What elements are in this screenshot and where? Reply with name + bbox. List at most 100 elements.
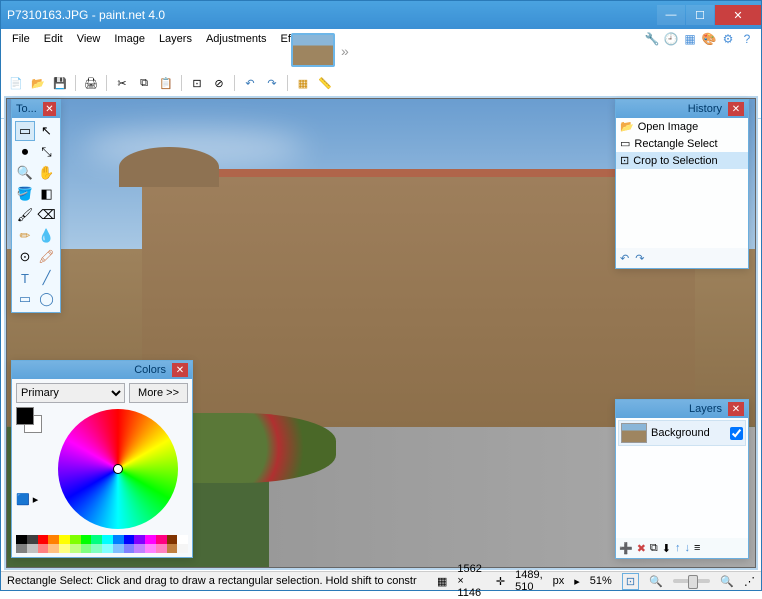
more-button[interactable]: More >> (129, 383, 188, 403)
palette-swatch[interactable] (48, 544, 59, 553)
cut-button[interactable]: ✂ (113, 74, 131, 92)
brush-tool[interactable]: 🖌 (15, 205, 35, 225)
deselect-button[interactable]: ⊘ (210, 74, 228, 92)
palette-swatch[interactable] (38, 544, 49, 553)
colors-close-button[interactable]: ✕ (172, 363, 188, 377)
palette-swatch[interactable] (70, 535, 81, 544)
redo-button[interactable]: ↷ (263, 74, 281, 92)
lasso-tool[interactable]: ⏺ (15, 142, 35, 162)
status-unit[interactable]: px (553, 575, 565, 587)
layer-visible-checkbox[interactable] (730, 427, 743, 440)
palette-swatch[interactable] (16, 535, 27, 544)
palette-swatch[interactable] (124, 535, 135, 544)
gradient-tool[interactable]: ◧ (37, 184, 57, 204)
eraser-tool[interactable]: ⌫ (37, 205, 57, 225)
layer-item[interactable]: Background (618, 420, 746, 446)
palette-swatch[interactable] (59, 535, 70, 544)
zoom-fit-icon[interactable]: ⊡ (622, 573, 639, 590)
palette-menu-icon[interactable]: ▸ (33, 493, 39, 506)
merge-layer-icon[interactable]: ⬇ (662, 542, 671, 555)
add-layer-icon[interactable]: ➕ (619, 542, 633, 555)
history-item[interactable]: ▭Rectangle Select (616, 135, 748, 152)
palette-swatch[interactable] (27, 544, 38, 553)
close-button[interactable]: ✕ (715, 5, 761, 25)
palette-swatch[interactable] (156, 544, 167, 553)
palette-swatch[interactable] (27, 535, 38, 544)
layers-panel-title[interactable]: Layers ✕ (616, 400, 748, 418)
tools-panel-title[interactable]: To... ✕ (12, 100, 60, 118)
palette-swatch[interactable] (177, 544, 188, 553)
colors-panel-title[interactable]: Colors ✕ (12, 361, 192, 379)
palette-swatch[interactable] (38, 535, 49, 544)
history-panel-title[interactable]: History ✕ (616, 100, 748, 118)
menu-image[interactable]: Image (107, 31, 152, 47)
zoom-in-icon[interactable]: 🔍 (720, 575, 734, 588)
palette-swatch[interactable] (113, 535, 124, 544)
zoom-tool[interactable]: 🔍 (15, 163, 35, 183)
open-button[interactable]: 📂 (29, 74, 47, 92)
color-palette[interactable] (16, 535, 188, 553)
move-tool[interactable]: ↖ (37, 121, 57, 141)
menu-layers[interactable]: Layers (152, 31, 199, 47)
palette-swatch[interactable] (70, 544, 81, 553)
pencil-tool[interactable]: ✏ (15, 226, 35, 246)
undo-icon[interactable]: ↶ (620, 252, 629, 265)
palette-swatch[interactable] (145, 544, 156, 553)
add-color-icon[interactable]: 🟦 (16, 493, 30, 506)
move-up-icon[interactable]: ↑ (675, 542, 681, 554)
palette-swatch[interactable] (16, 544, 27, 553)
palette-swatch[interactable] (156, 535, 167, 544)
palette-swatch[interactable] (81, 535, 92, 544)
colors-panel-icon[interactable]: 🎨 (701, 31, 717, 47)
resize-grip-icon[interactable]: ⋰ (744, 575, 755, 588)
palette-swatch[interactable] (177, 535, 188, 544)
settings-icon[interactable]: ⚙ (720, 31, 736, 47)
rect-tool[interactable]: ▭ (15, 289, 35, 309)
help-icon[interactable]: ? (739, 31, 755, 47)
thumb-overflow-icon[interactable]: » (341, 43, 355, 57)
history-panel-icon[interactable]: 🕘 (663, 31, 679, 47)
layer-properties-icon[interactable]: ≡ (694, 542, 700, 554)
primary-color[interactable] (16, 407, 34, 425)
tools-panel-icon[interactable]: 🔧 (644, 31, 660, 47)
palette-swatch[interactable] (48, 535, 59, 544)
clone-tool[interactable]: ⊙ (15, 247, 35, 267)
primary-secondary-swatch[interactable] (16, 407, 42, 433)
duplicate-layer-icon[interactable]: ⧉ (650, 542, 658, 555)
crop-button[interactable]: ⊡ (188, 74, 206, 92)
palette-swatch[interactable] (91, 535, 102, 544)
print-button[interactable]: 🖨 (82, 74, 100, 92)
palette-swatch[interactable] (102, 544, 113, 553)
copy-button[interactable]: ⧉ (135, 74, 153, 92)
palette-swatch[interactable] (81, 544, 92, 553)
paste-button[interactable]: 📋 (157, 74, 175, 92)
history-close-button[interactable]: ✕ (728, 102, 744, 116)
zoom-out-icon[interactable]: 🔍 (649, 575, 663, 588)
menu-view[interactable]: View (70, 31, 108, 47)
move-down-icon[interactable]: ↓ (685, 542, 691, 554)
ruler-button[interactable]: 📏 (316, 74, 334, 92)
color-wheel[interactable] (58, 409, 178, 529)
save-button[interactable]: 💾 (51, 74, 69, 92)
palette-swatch[interactable] (167, 535, 178, 544)
line-tool[interactable]: ╱ (37, 268, 57, 288)
move-selection-tool[interactable]: ⤡ (37, 142, 57, 162)
palette-swatch[interactable] (134, 535, 145, 544)
palette-swatch[interactable] (91, 544, 102, 553)
text-tool[interactable]: T (15, 268, 35, 288)
new-button[interactable]: 📄 (7, 74, 25, 92)
rect-select-tool[interactable]: ▭ (15, 121, 35, 141)
palette-swatch[interactable] (59, 544, 70, 553)
redo-icon[interactable]: ↷ (635, 252, 644, 265)
palette-swatch[interactable] (113, 544, 124, 553)
bucket-tool[interactable]: 🪣 (15, 184, 35, 204)
picker-tool[interactable]: 💧 (37, 226, 57, 246)
palette-swatch[interactable] (124, 544, 135, 553)
palette-swatch[interactable] (145, 535, 156, 544)
menu-adjustments[interactable]: Adjustments (199, 31, 274, 47)
menu-edit[interactable]: Edit (37, 31, 70, 47)
grid-button[interactable]: ▦ (294, 74, 312, 92)
undo-button[interactable]: ↶ (241, 74, 259, 92)
maximize-button[interactable]: ☐ (686, 5, 714, 25)
menu-file[interactable]: File (5, 31, 37, 47)
